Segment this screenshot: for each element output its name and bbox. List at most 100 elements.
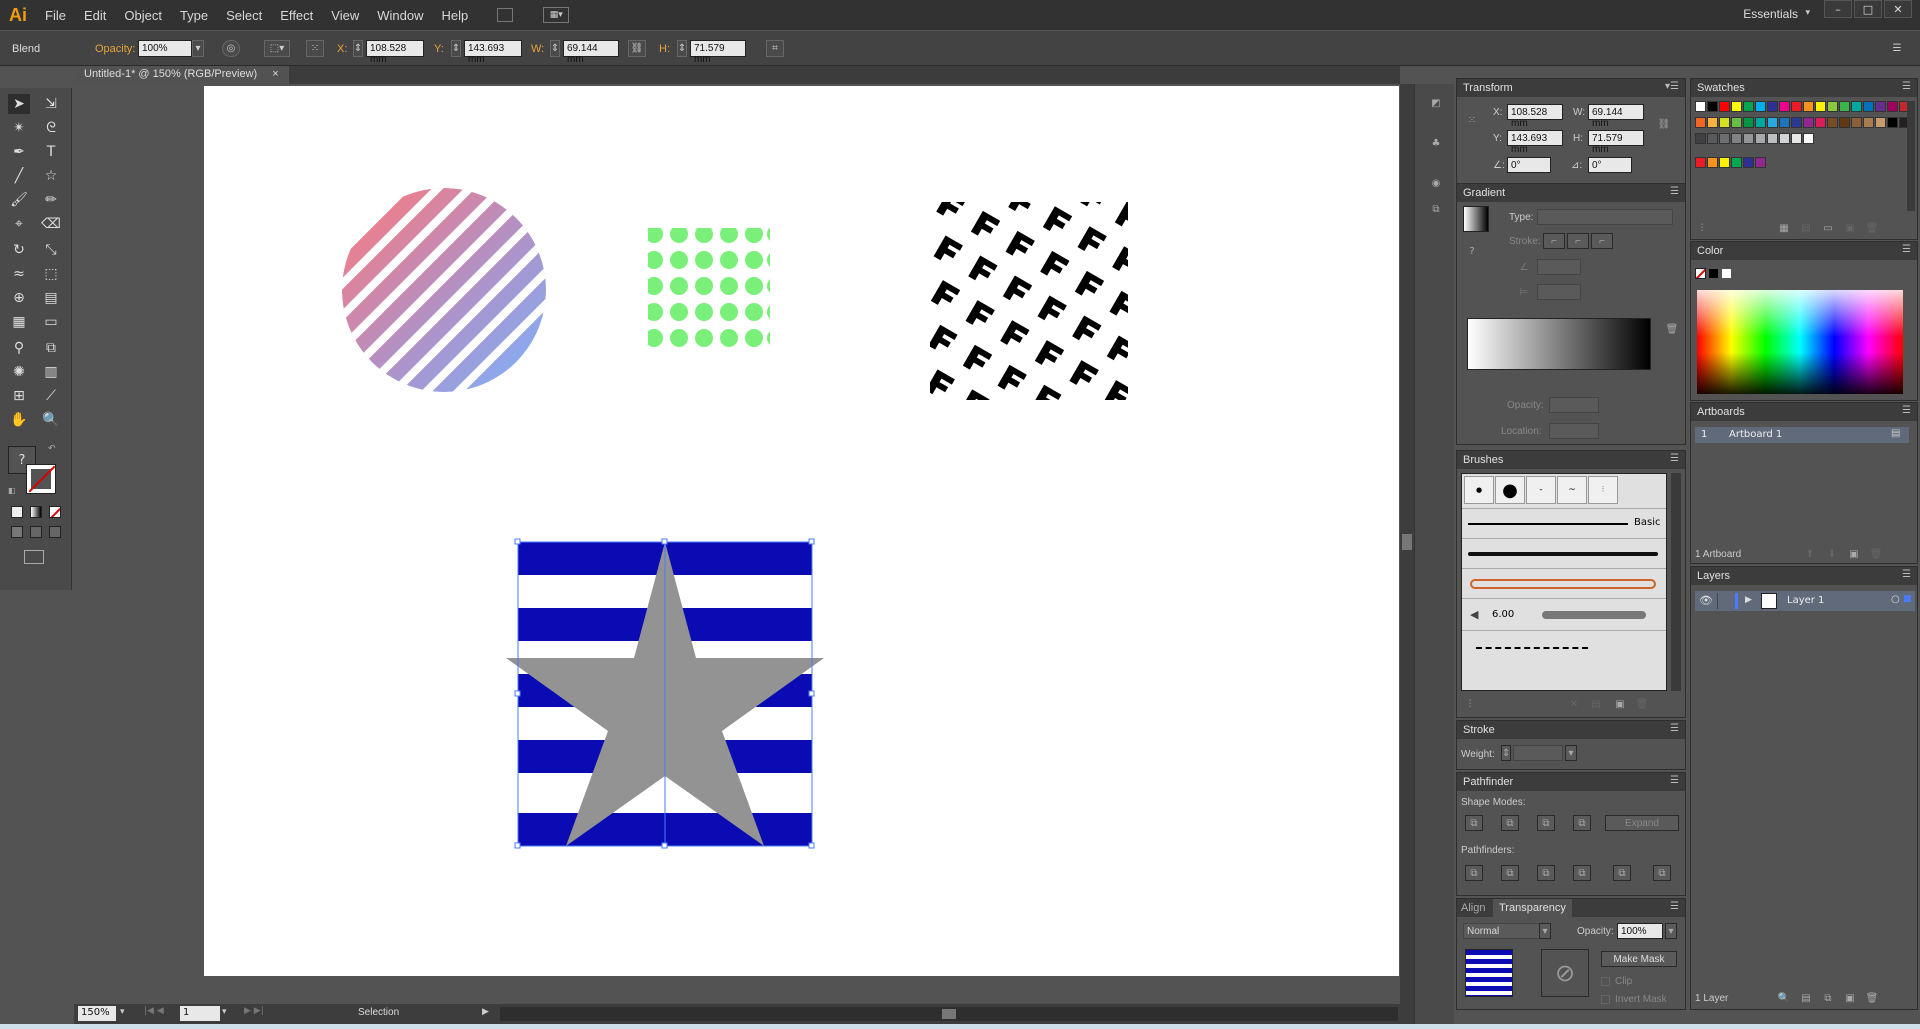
swatch-options-icon[interactable]: ▤: [1799, 221, 1813, 235]
color-swatch[interactable]: [1743, 157, 1754, 168]
column-graph-tool-icon[interactable]: ▥: [40, 362, 62, 382]
draw-normal-icon[interactable]: [11, 526, 23, 538]
color-swatch[interactable]: [1851, 101, 1862, 112]
transform-y-field[interactable]: 143.693 mm: [1507, 130, 1563, 155]
color-swatch[interactable]: [1851, 117, 1862, 128]
brush-bristle-row[interactable]: ◀ 6.00: [1462, 598, 1666, 630]
color-swatch[interactable]: [1791, 101, 1802, 112]
trim-icon[interactable]: ⧉: [1501, 865, 1519, 881]
color-panel-header[interactable]: Color ☰: [1691, 242, 1917, 260]
draw-inside-icon[interactable]: [49, 526, 61, 538]
mask-thumbnail[interactable]: ⊘: [1541, 949, 1589, 997]
menu-select[interactable]: Select: [217, 8, 271, 23]
chevron-down-icon[interactable]: ▾: [1565, 745, 1577, 761]
layer-row[interactable]: 👁 ▶ Layer 1 ○ ■: [1695, 591, 1915, 611]
reference-point-icon[interactable]: ⁙: [1463, 111, 1481, 129]
transform-options-icon[interactable]: ⬚▾: [264, 40, 290, 57]
color-swatch[interactable]: [1803, 133, 1814, 144]
screen-mode-icon[interactable]: [24, 550, 44, 564]
panel-menu-icon[interactable]: ☰: [1670, 453, 1679, 464]
color-swatch[interactable]: [1803, 101, 1814, 112]
color-swatch[interactable]: [1695, 117, 1706, 128]
color-swatch[interactable]: [1779, 133, 1790, 144]
artboard-options-icon[interactable]: ▤: [1891, 428, 1900, 439]
arrange-documents-icon[interactable]: ▦▾: [543, 7, 570, 23]
w-stepper[interactable]: ⇕: [550, 40, 560, 57]
color-swatch[interactable]: [1755, 133, 1766, 144]
symbols-icon[interactable]: ♣: [1427, 134, 1445, 152]
none-color-swatch[interactable]: [1695, 268, 1706, 279]
delete-stop-icon[interactable]: 🗑: [1665, 322, 1679, 336]
expand-button[interactable]: Expand: [1605, 815, 1679, 831]
h-stepper[interactable]: ⇕: [677, 40, 687, 57]
color-swatch[interactable]: [1731, 133, 1742, 144]
star-tool-icon[interactable]: ☆: [40, 166, 62, 186]
panel-menu-icon[interactable]: ☰: [1888, 40, 1906, 57]
gradient-type-select[interactable]: [1537, 209, 1673, 225]
delete-layer-icon[interactable]: 🗑: [1865, 991, 1879, 1005]
stroke-panel-header[interactable]: Stroke ☰: [1457, 721, 1685, 739]
color-swatch[interactable]: [1743, 101, 1754, 112]
transform-panel-header[interactable]: Transform ▾☰: [1457, 79, 1685, 97]
chevron-down-icon[interactable]: ▾: [192, 40, 204, 57]
crop-icon[interactable]: ⧉: [1573, 865, 1591, 881]
play-icon[interactable]: ▶: [482, 1007, 489, 1017]
striped-flag-star-blend[interactable]: [506, 538, 824, 849]
last-artboard-icon[interactable]: ▶ ▶|: [244, 1006, 264, 1016]
locate-object-icon[interactable]: 🔍: [1777, 991, 1791, 1005]
slice-tool-icon[interactable]: ⟋: [40, 386, 62, 406]
delete-artboard-icon[interactable]: 🗑: [1869, 547, 1883, 561]
shear-field[interactable]: 0°: [1588, 157, 1632, 173]
panel-menu-icon[interactable]: ☰: [1670, 775, 1679, 786]
chevron-down-icon[interactable]: ▾: [1665, 923, 1677, 939]
gradient-opacity-field[interactable]: [1549, 397, 1599, 413]
show-kinds-icon[interactable]: ▦: [1777, 221, 1791, 235]
brush-swatch[interactable]: ●: [1464, 476, 1494, 504]
object-thumbnail[interactable]: [1465, 949, 1513, 997]
make-mask-button[interactable]: Make Mask: [1601, 951, 1677, 967]
delete-swatch-icon[interactable]: 🗑: [1865, 221, 1879, 235]
first-artboard-icon[interactable]: |◀ ◀: [144, 1006, 164, 1016]
gradient-aspect-field[interactable]: [1537, 284, 1581, 300]
brush-swatch[interactable]: ⁝: [1588, 476, 1618, 504]
color-swatch[interactable]: [1815, 101, 1826, 112]
swatches-scrollbar[interactable]: [1907, 101, 1915, 211]
gradient-angle-field[interactable]: [1537, 259, 1581, 275]
move-up-icon[interactable]: ⬆: [1803, 547, 1817, 561]
menu-object[interactable]: Object: [115, 8, 171, 23]
color-swatch[interactable]: [1875, 101, 1886, 112]
divide-icon[interactable]: ⧉: [1465, 865, 1483, 881]
transform-h-field[interactable]: 71.579 mm: [1588, 130, 1644, 155]
brush-art-row[interactable]: [1462, 568, 1666, 598]
document-tab[interactable]: Untitled-1* @ 150% (RGB/Preview) ×: [74, 66, 289, 84]
brush-options-icon[interactable]: ▤: [1589, 697, 1603, 711]
chevron-down-icon[interactable]: ▾: [1539, 923, 1551, 939]
color-swatch[interactable]: [1827, 117, 1838, 128]
brushes-panel-header[interactable]: Brushes ☰: [1457, 451, 1685, 469]
vertical-scrollbar[interactable]: [1400, 84, 1414, 1004]
transparency-opacity-field[interactable]: 100%: [1617, 923, 1663, 939]
lock-toggle[interactable]: [1717, 593, 1733, 609]
reference-point-icon[interactable]: ⁙: [306, 40, 324, 57]
scale-tool-icon[interactable]: ⤡: [40, 240, 62, 260]
x-field[interactable]: 108.528 mm: [366, 40, 424, 65]
blend-tool-icon[interactable]: ⧉: [40, 338, 62, 358]
color-swatch[interactable]: [1779, 101, 1790, 112]
stroke-along-icon[interactable]: ⌐: [1567, 233, 1589, 249]
artboard-tool-icon[interactable]: ⊞: [8, 386, 30, 406]
type-tool-icon[interactable]: T: [40, 142, 62, 162]
exclude-icon[interactable]: ⧉: [1573, 815, 1591, 831]
symbol-sprayer-tool-icon[interactable]: ✺: [8, 362, 30, 382]
panel-menu-icon[interactable]: ☰: [1902, 569, 1911, 580]
color-swatch[interactable]: [1839, 117, 1850, 128]
h-field[interactable]: 71.579 mm: [690, 40, 746, 65]
panel-menu-icon[interactable]: ☰: [1902, 405, 1911, 416]
pen-tool-icon[interactable]: ✒: [8, 142, 30, 162]
perspective-grid-tool-icon[interactable]: ▤: [40, 288, 62, 308]
stroke-weight-field[interactable]: [1513, 745, 1563, 761]
scroll-thumb[interactable]: [1402, 534, 1412, 550]
color-swatch[interactable]: [1707, 101, 1718, 112]
constrain-proportions-icon[interactable]: ⛓: [1657, 117, 1671, 131]
color-swatch[interactable]: [1827, 101, 1838, 112]
color-swatch[interactable]: [1767, 133, 1778, 144]
